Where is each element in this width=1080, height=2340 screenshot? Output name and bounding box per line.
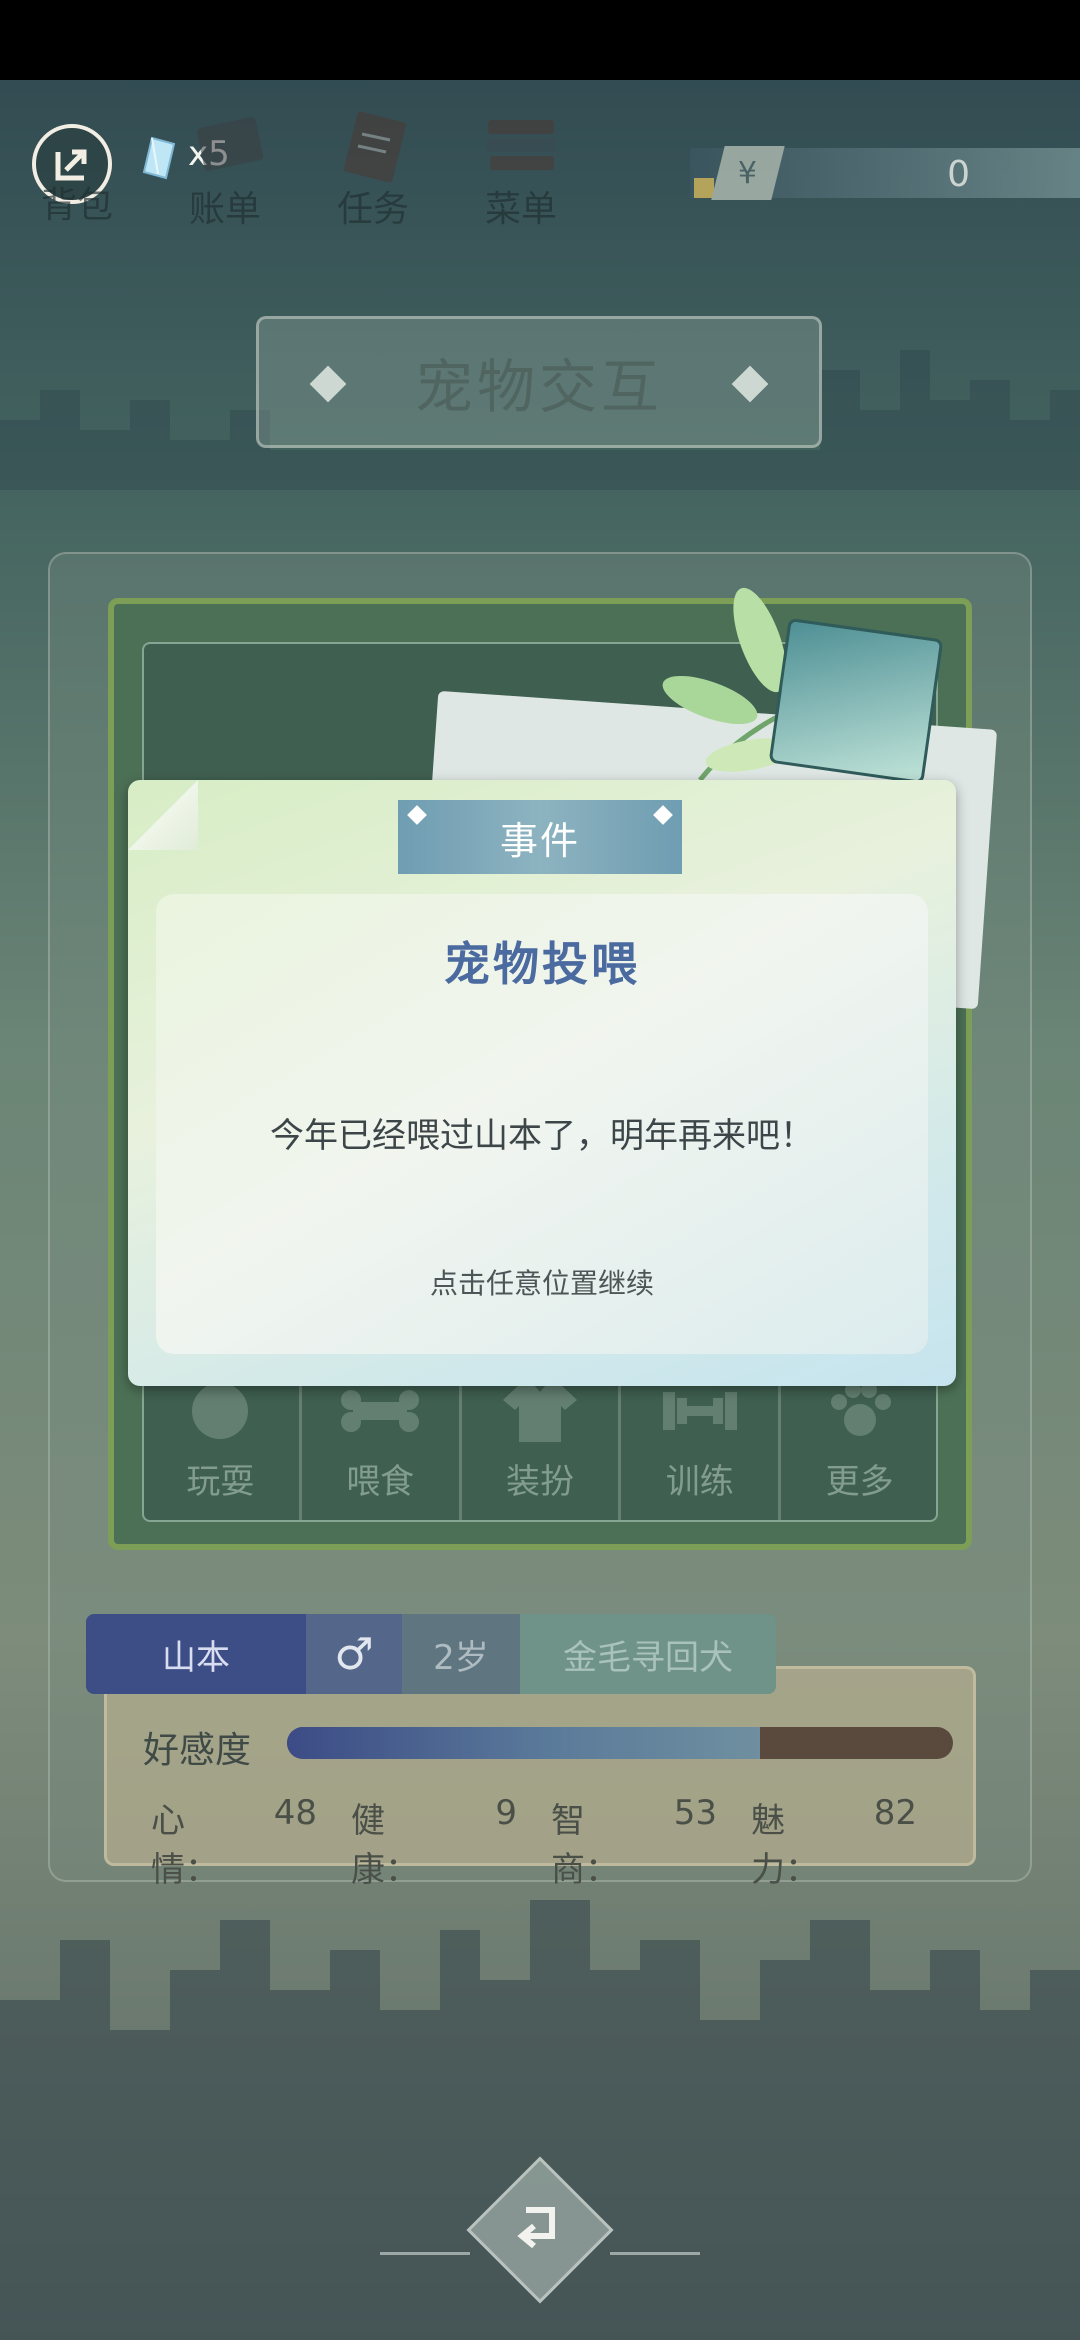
modal-header: 事件 [398,800,682,874]
modal-header-label: 事件 [499,818,580,863]
header-diamond-left [407,805,427,825]
modal-title: 宠物投喂 [444,937,640,991]
modal-continue-hint: 点击任意位置继续 [429,1267,654,1300]
header-diamond-right [653,805,673,825]
modal-message: 今年已经喂过山本了，明年再来吧！ [270,1116,814,1156]
note-card-decoration [768,617,944,785]
status-bar [0,0,1080,80]
